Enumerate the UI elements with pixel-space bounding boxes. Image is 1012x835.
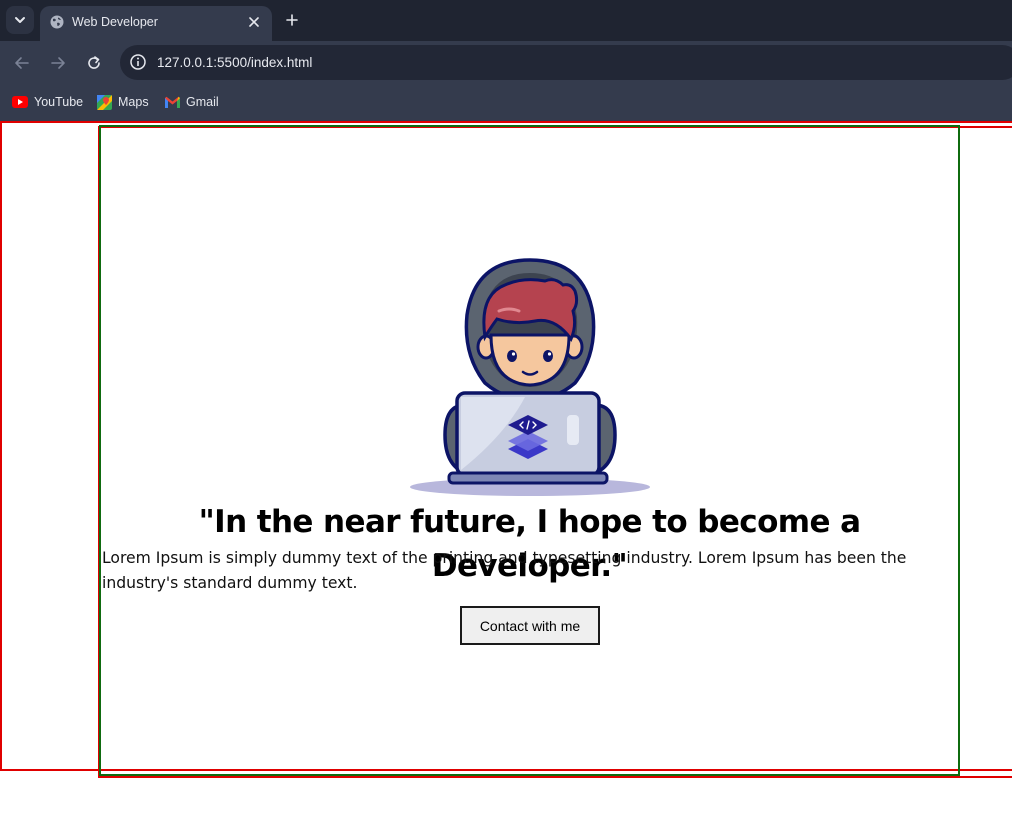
maps-icon <box>97 94 112 110</box>
globe-icon <box>50 15 64 29</box>
active-tab[interactable]: Web Developer <box>40 6 272 41</box>
tab-strip: Web Developer <box>0 0 1012 41</box>
address-bar[interactable]: 127.0.0.1:5500/index.html <box>120 45 1012 80</box>
plus-icon <box>286 14 298 26</box>
contact-button[interactable]: Contact with me <box>460 606 600 645</box>
reload-icon <box>88 56 100 69</box>
bookmarks-bar: YouTube Maps Gmail <box>0 84 1012 121</box>
developer-illustration <box>410 258 650 496</box>
new-tab-button[interactable] <box>282 10 302 30</box>
url-text[interactable]: 127.0.0.1:5500/index.html <box>157 55 312 70</box>
arrow-left-icon <box>15 57 29 69</box>
bookmark-label: Gmail <box>186 95 219 109</box>
close-tab-button[interactable] <box>244 12 264 32</box>
bookmark-youtube[interactable]: YouTube <box>12 93 83 111</box>
bookmark-gmail[interactable]: Gmail <box>165 93 219 111</box>
forward-button[interactable] <box>46 51 70 75</box>
bookmark-label: Maps <box>118 95 149 109</box>
reload-button[interactable] <box>82 51 106 75</box>
gmail-icon <box>165 96 180 108</box>
chevron-down-icon <box>15 17 25 23</box>
youtube-icon <box>12 96 28 108</box>
bookmark-label: YouTube <box>34 95 84 109</box>
back-button[interactable] <box>10 51 34 75</box>
arrow-right-icon <box>51 57 65 69</box>
tab-title: Web Developer <box>72 15 158 29</box>
browser-toolbar: 127.0.0.1:5500/index.html <box>0 41 1012 84</box>
bookmark-maps[interactable]: Maps <box>97 93 149 111</box>
tab-search-button[interactable] <box>6 6 34 34</box>
intro-paragraph: Lorem Ipsum is simply dummy text of the … <box>102 549 907 592</box>
close-icon <box>249 17 259 27</box>
site-info-icon[interactable] <box>129 53 147 71</box>
